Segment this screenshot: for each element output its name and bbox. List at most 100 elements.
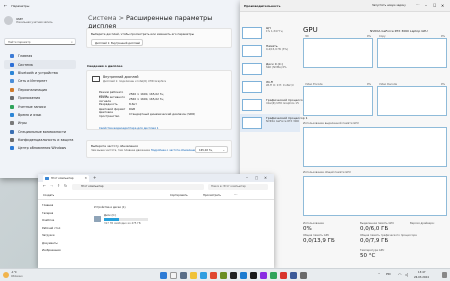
perf-item[interactable]: Диск 0 (C:) SSD (NVMe) 0%	[240, 60, 300, 78]
sort-button[interactable]: Сортировать	[170, 194, 188, 197]
notification-icon[interactable]	[442, 272, 447, 278]
nav-icon	[10, 121, 14, 126]
language-indicator[interactable]: РУС	[386, 273, 391, 276]
settings-titlebar: ← Параметры	[4, 3, 29, 8]
explorer-sidebar-item[interactable]: Главная	[42, 204, 88, 212]
close-icon[interactable]: ✕	[264, 176, 267, 180]
file-explorer-icon[interactable]	[190, 272, 197, 279]
app-icon[interactable]	[240, 272, 247, 279]
explorer-sidebar-item[interactable]: Изображения	[42, 249, 88, 257]
nav-icon	[10, 54, 14, 59]
volume-icon[interactable]: ◁	[405, 272, 408, 277]
address-bar[interactable]: Этот компьютер	[72, 183, 204, 190]
sidebar-item[interactable]: Персонализация	[4, 86, 76, 94]
create-button[interactable]: Создать	[43, 194, 54, 197]
sidebar-item-label: Игры	[18, 121, 27, 126]
refresh-rate-label: Выберите частоту обновления	[91, 144, 138, 148]
weather-temp[interactable]: -1°С	[11, 271, 17, 274]
perf-thumbnail	[242, 63, 262, 75]
breadcrumb-parent[interactable]: Система	[88, 14, 117, 22]
nav-icon	[10, 146, 14, 151]
avatar[interactable]	[4, 16, 13, 25]
perf-thumbnail	[242, 81, 262, 93]
weather-icon[interactable]	[3, 272, 9, 278]
back-arrow-icon[interactable]: ←	[4, 3, 7, 8]
search-icon[interactable]	[170, 272, 177, 279]
perf-item[interactable]: Графический процессор 0 Intel(R) UHD Grap…	[240, 96, 308, 114]
computer-icon	[45, 176, 49, 180]
clock-date[interactable]: 26.03.2024	[414, 276, 429, 279]
maximize-icon[interactable]: □	[433, 3, 436, 7]
steam-icon[interactable]	[250, 272, 257, 279]
explorer-sidebar-item[interactable]: Рабочий стол	[42, 227, 88, 235]
sidebar-item[interactable]: Главная	[4, 52, 76, 60]
clock-time[interactable]: 13:47	[418, 271, 425, 274]
info-row: Цветовое пространство Стандартный динамич…	[99, 110, 227, 118]
weather-desc[interactable]: Облачно	[11, 275, 23, 278]
explorer-tab[interactable]: Этот компьютер ✕	[43, 175, 89, 182]
task-view-icon[interactable]	[180, 272, 187, 279]
new-tab-icon[interactable]: +	[93, 175, 96, 180]
terminal-icon[interactable]	[230, 272, 237, 279]
sidebar-item[interactable]: Учетные записи	[4, 102, 76, 110]
explorer-sidebar-item[interactable]: Галерея	[42, 212, 88, 220]
sidebar-item[interactable]: Центр обновления Windows	[4, 144, 76, 152]
close-icon[interactable]: ✕	[441, 3, 444, 8]
perf-item[interactable]: Wi-Fi Wi-Fi О: 0 П: 0 кбит/с	[240, 78, 300, 96]
back-arrow-icon[interactable]: ←	[43, 184, 46, 188]
explorer-search-input[interactable]: Поиск в: Этот компьютер	[208, 183, 268, 190]
perf-item-value: SSD (NVMe) 0%	[266, 66, 287, 69]
explorer-sidebar-item[interactable]: Загрузки	[42, 234, 88, 242]
more-options-icon[interactable]: ⋯	[416, 3, 420, 7]
devices-group-title[interactable]: Устройства и диски (1)	[94, 206, 125, 209]
settings-search-input[interactable]: Найти параметр ⌕	[4, 38, 76, 45]
tab-close-icon[interactable]: ✕	[84, 176, 87, 180]
edge-icon[interactable]	[200, 272, 207, 279]
store-icon[interactable]	[220, 272, 227, 279]
view-button[interactable]: Просмотреть	[203, 194, 221, 197]
minimize-icon[interactable]: –	[246, 175, 248, 180]
perf-item-value: 1% 1,34 ГГц	[266, 30, 283, 33]
refresh-rate-link[interactable]: Подробнее о частоте обновления	[151, 149, 197, 152]
perf-item[interactable]: ЦП 1% 1,34 ГГц	[240, 24, 300, 42]
start-icon[interactable]	[160, 272, 167, 279]
sidebar-item[interactable]: Игры	[4, 119, 76, 127]
sidebar-item[interactable]: Время и язык	[4, 111, 76, 119]
sidebar-item[interactable]: Конфиденциальность и защита	[4, 136, 76, 144]
adapter-properties-link[interactable]: Свойства видеоадаптера для дисплея 1	[99, 126, 159, 130]
sidebar-item[interactable]: Система	[4, 60, 76, 69]
forward-arrow-icon[interactable]: →	[50, 184, 53, 188]
perf-item[interactable]: Память 0,4/15,9 ГБ (3%)	[240, 42, 300, 60]
explorer-sidebar-item[interactable]: Документы	[42, 242, 88, 250]
app-icon[interactable]	[260, 272, 267, 279]
run-new-task-button[interactable]: Запустить новую задачу	[372, 4, 406, 7]
app-icon[interactable]	[270, 272, 277, 279]
task-manager-icon[interactable]	[300, 272, 307, 279]
wifi-icon[interactable]: ◠	[398, 272, 402, 277]
sidebar-item-label: Специальные возможности	[18, 129, 67, 134]
refresh-icon[interactable]: ↻	[64, 184, 67, 188]
nav-icon	[10, 129, 14, 134]
minimize-icon[interactable]: –	[425, 3, 427, 8]
sidebar-item-label: Приложения	[18, 96, 41, 101]
chevron-up-icon[interactable]: ^	[378, 273, 380, 276]
chrome-icon[interactable]	[210, 272, 217, 279]
graph-video-decode: Video Decode 0%	[377, 83, 447, 116]
settings-gear-icon[interactable]	[290, 272, 297, 279]
sidebar-item[interactable]: Сеть и Интернет	[4, 77, 76, 85]
refresh-rate-dropdown[interactable]: 165,02 Гц ⌄	[195, 146, 228, 153]
shared-mem-graph-label: Использование общей памяти GPU	[303, 171, 351, 174]
explorer-sidebar-item[interactable]: OneDrive	[42, 219, 88, 227]
sidebar-item[interactable]: Bluetooth и устройства	[4, 69, 76, 77]
app-icon[interactable]	[280, 272, 287, 279]
sidebar-item[interactable]: Специальные возможности	[4, 128, 76, 136]
up-arrow-icon[interactable]: ↑	[57, 184, 60, 188]
info-value: 8-бит	[129, 101, 137, 106]
sidebar-item[interactable]: Приложения	[4, 94, 76, 102]
perf-item[interactable]: Графический процессор 1 NVIDIA GeForce RT…	[240, 114, 308, 132]
display-dropdown[interactable]: Дисплей 1: Внутренний дисплей ⌄	[91, 39, 143, 46]
drive-c-item[interactable]: Диск (C:) 317 ГБ свободно из 475 ГБ	[94, 214, 154, 229]
more-options-icon[interactable]: ⋯	[234, 193, 238, 197]
graph-video-decode-label: Video Decode	[379, 83, 397, 86]
maximize-icon[interactable]: □	[255, 176, 258, 180]
